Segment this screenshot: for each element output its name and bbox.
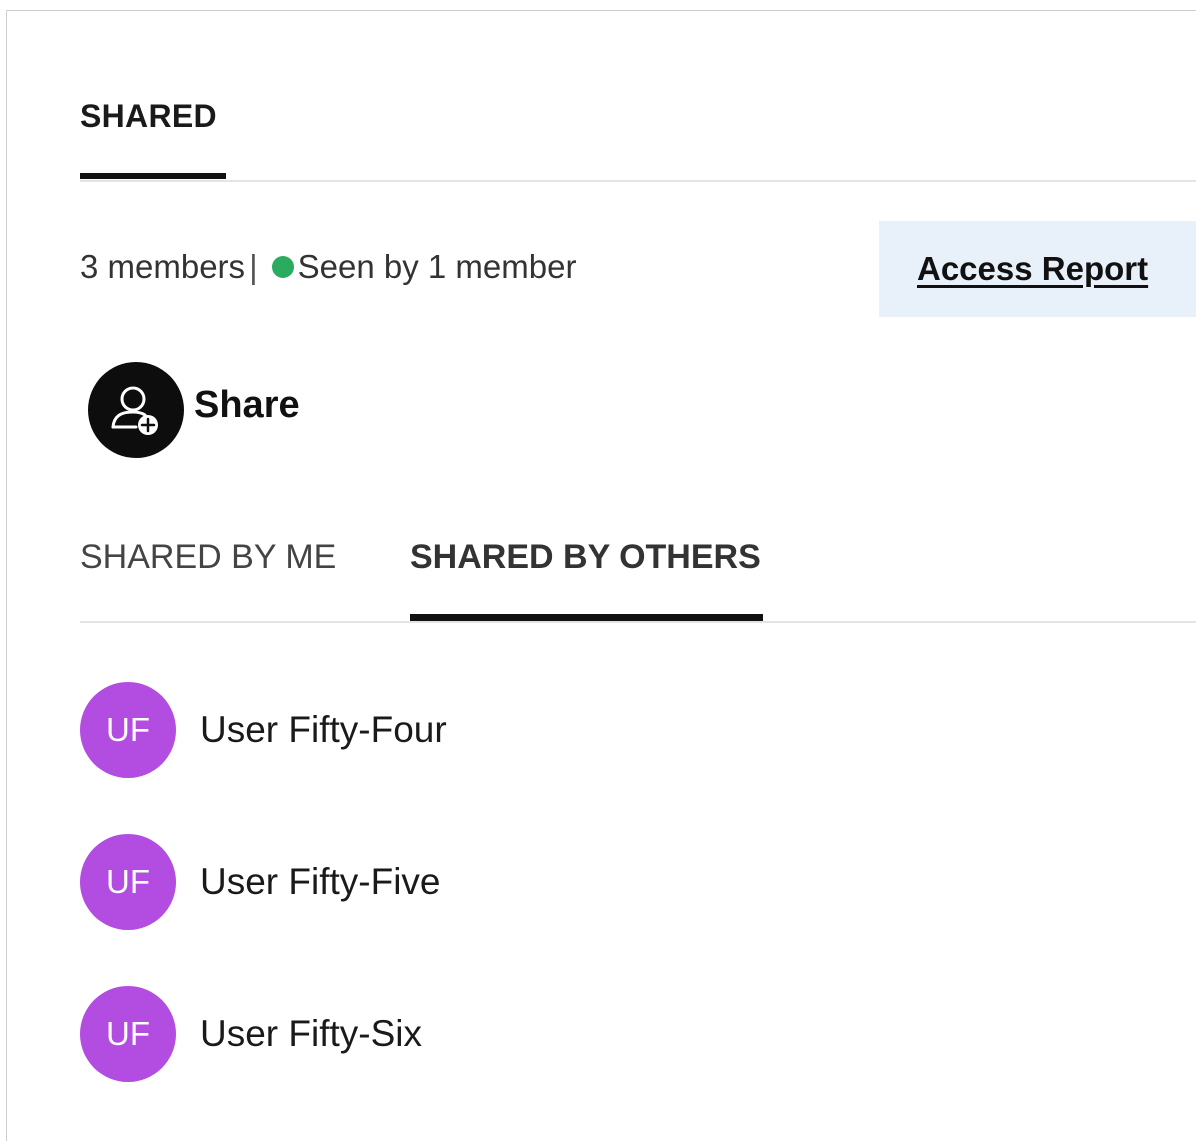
- list-item[interactable]: UF User Fifty-Four: [80, 682, 447, 778]
- avatar: UF: [80, 834, 176, 930]
- access-report-label[interactable]: Access Report: [917, 250, 1148, 288]
- member-name: User Fifty-Six: [200, 1013, 422, 1054]
- add-user-icon[interactable]: [88, 362, 184, 458]
- share-button[interactable]: Share: [88, 362, 300, 458]
- tab-shared-by-me[interactable]: SHARED BY ME: [80, 538, 336, 577]
- seen-by-text: Seen by 1 member: [297, 248, 577, 285]
- tab-shared[interactable]: SHARED: [80, 98, 217, 135]
- active-tab-indicator: [80, 173, 226, 179]
- summary-separator: |: [249, 248, 258, 285]
- member-name: User Fifty-Five: [200, 861, 441, 902]
- avatar: UF: [80, 682, 176, 778]
- list-item[interactable]: UF User Fifty-Five: [80, 834, 447, 930]
- list-item[interactable]: UF User Fifty-Six: [80, 986, 447, 1082]
- sharing-summary: 3 members | Seen by 1 member: [80, 248, 576, 286]
- access-report-button[interactable]: Access Report: [879, 221, 1196, 317]
- avatar: UF: [80, 986, 176, 1082]
- share-label[interactable]: Share: [194, 384, 300, 427]
- seen-status-dot-icon: [271, 256, 294, 278]
- member-name: User Fifty-Four: [200, 709, 447, 750]
- tab-shared-by-others[interactable]: SHARED BY OTHERS: [410, 538, 761, 577]
- active-subtab-indicator: [410, 614, 763, 621]
- tab-divider: [80, 180, 1196, 182]
- member-list: UF User Fifty-Four UF User Fifty-Five UF…: [80, 682, 447, 1138]
- subtab-divider: [80, 621, 1196, 623]
- member-count: 3 members: [80, 248, 246, 285]
